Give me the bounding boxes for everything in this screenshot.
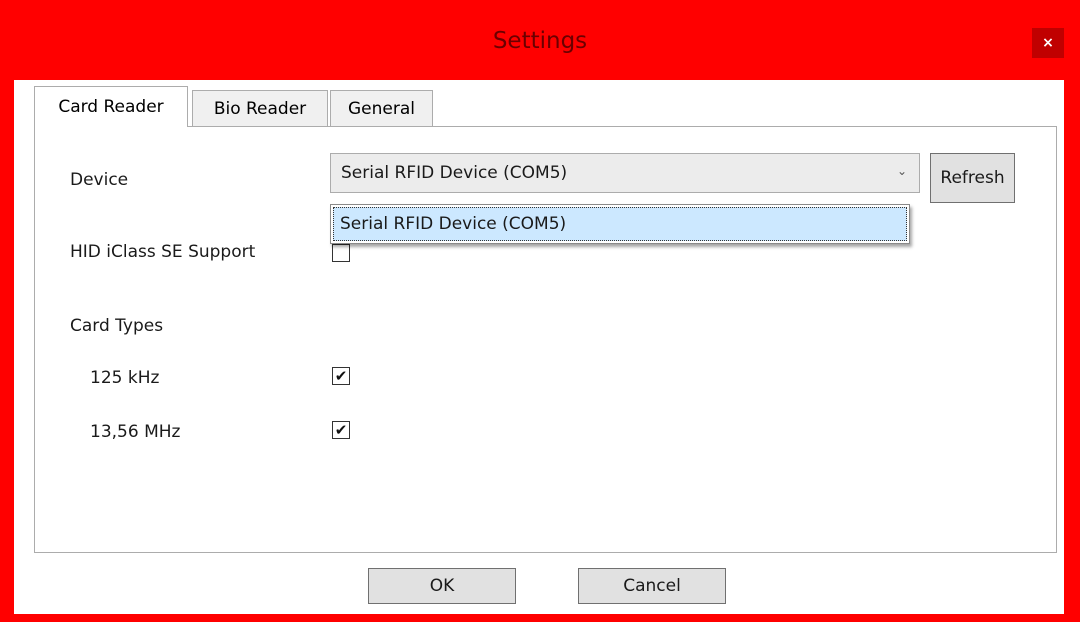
ok-button[interactable]: OK bbox=[368, 568, 516, 604]
card-type-125khz-label: 125 kHz bbox=[90, 368, 160, 388]
checkmark-icon: ✔ bbox=[334, 421, 348, 439]
close-button[interactable]: × bbox=[1032, 28, 1064, 58]
cancel-label: Cancel bbox=[623, 576, 681, 596]
refresh-button[interactable]: Refresh bbox=[930, 153, 1015, 203]
card-type-1356mhz-checkbox[interactable]: ✔ bbox=[332, 421, 350, 439]
device-combobox[interactable]: Serial RFID Device (COM5) ⌄ bbox=[330, 153, 920, 193]
card-type-125khz-checkbox[interactable]: ✔ bbox=[332, 367, 350, 385]
tab-label: Card Reader bbox=[58, 97, 164, 117]
chevron-down-icon: ⌄ bbox=[896, 164, 907, 178]
tab-label: Bio Reader bbox=[213, 98, 307, 119]
close-icon: × bbox=[1042, 35, 1054, 51]
hid-iclass-checkbox[interactable] bbox=[332, 244, 350, 262]
tab-general[interactable]: General bbox=[330, 90, 433, 126]
tab-bio-reader[interactable]: Bio Reader bbox=[192, 90, 328, 126]
device-selected-value: Serial RFID Device (COM5) bbox=[341, 163, 568, 183]
title-bar[interactable]: Settings × bbox=[0, 0, 1080, 80]
checkmark-icon: ✔ bbox=[334, 367, 348, 385]
client-area: Card Reader Bio Reader General Device Se… bbox=[14, 80, 1064, 614]
window-title: Settings bbox=[492, 28, 588, 54]
card-type-1356mhz-label: 13,56 MHz bbox=[90, 422, 181, 442]
cancel-button[interactable]: Cancel bbox=[578, 568, 726, 604]
refresh-label: Refresh bbox=[940, 168, 1005, 188]
card-types-label: Card Types bbox=[70, 316, 164, 336]
device-dropdown-list: Serial RFID Device (COM5) bbox=[330, 204, 910, 244]
hid-iclass-label: HID iClass SE Support bbox=[70, 242, 256, 262]
settings-window: Settings × Card Reader Bio Reader Genera… bbox=[0, 0, 1080, 622]
device-option[interactable]: Serial RFID Device (COM5) bbox=[333, 207, 907, 241]
tab-label: General bbox=[348, 98, 415, 119]
ok-label: OK bbox=[429, 576, 455, 596]
device-label: Device bbox=[70, 170, 129, 190]
tab-card-reader[interactable]: Card Reader bbox=[34, 86, 188, 127]
